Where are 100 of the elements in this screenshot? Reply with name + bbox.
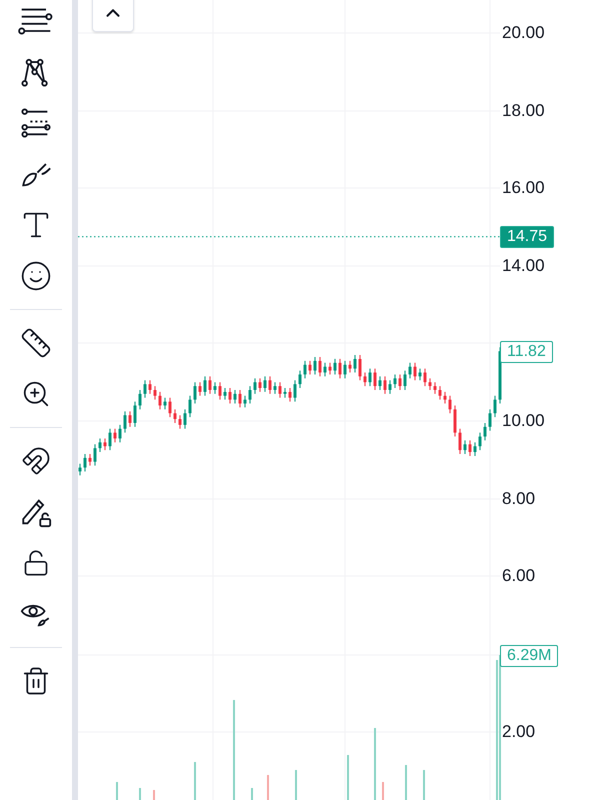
- ruler-icon: [20, 327, 52, 359]
- candlestick: [228, 388, 232, 404]
- candlestick: [464, 440, 466, 454]
- candlestick: [488, 408, 492, 432]
- price-axis-label: 14.00: [502, 256, 545, 276]
- collapse-button[interactable]: [92, 0, 134, 32]
- candlestick: [364, 372, 366, 387]
- candlestick: [328, 362, 332, 375]
- candlestick: [258, 378, 262, 392]
- price-axis-label: 6.00: [502, 566, 536, 586]
- candlestick: [124, 410, 126, 434]
- candlestick: [98, 438, 102, 453]
- candlestick: [148, 380, 152, 394]
- candlestick: [408, 362, 412, 379]
- price-axis-label: 8.00: [502, 488, 536, 509]
- candlestick: [274, 382, 276, 394]
- candlestick: [428, 378, 432, 390]
- candlestick: [314, 356, 316, 375]
- price-axis-label: 20.00: [502, 22, 545, 43]
- candlestick: [484, 422, 486, 441]
- candlestick: [298, 370, 302, 389]
- candlestick: [398, 374, 402, 390]
- candlestick: [394, 374, 396, 389]
- candlestick: [284, 388, 286, 398]
- unlock-icon: [22, 549, 50, 577]
- candlestick: [378, 376, 382, 390]
- candlestick: [114, 428, 116, 443]
- candlestick: [448, 395, 452, 414]
- candlestick: [144, 380, 146, 398]
- candlestick: [388, 380, 392, 394]
- candlestick: [278, 382, 282, 398]
- candlestick: [358, 354, 362, 381]
- zoom-in-icon: [21, 379, 51, 409]
- candlestick: [374, 368, 376, 390]
- candlestick: [474, 442, 476, 456]
- candlestick: [344, 360, 346, 379]
- candlestick: [118, 424, 122, 443]
- candlestick: [268, 376, 272, 394]
- candlestick: [238, 389, 242, 408]
- smiley-icon: [20, 260, 52, 292]
- candlestick: [214, 382, 216, 394]
- price-axis-label: 10.00: [502, 411, 545, 432]
- candlestick: [204, 376, 206, 396]
- candlestick: [438, 386, 442, 400]
- candlestick: [334, 358, 336, 375]
- candlestick: [138, 389, 142, 410]
- candlestick: [248, 386, 252, 404]
- candlestick: [318, 356, 322, 377]
- candlestick: [434, 382, 436, 394]
- candlestick: [108, 428, 112, 451]
- price-axis-label: 18.00: [502, 100, 545, 121]
- candlestick: [414, 362, 416, 381]
- candlestick: [234, 389, 236, 404]
- candlestick: [418, 368, 422, 381]
- candlestick: [174, 408, 176, 424]
- candlestick: [94, 444, 96, 466]
- candlestick: [198, 382, 202, 396]
- candlestick: [154, 386, 156, 400]
- candlestick: [294, 380, 296, 402]
- candlestick: [244, 395, 246, 408]
- fibonacci-icon: [19, 106, 53, 140]
- price-axis-label: 16.00: [502, 178, 545, 198]
- candlestick: [218, 382, 222, 400]
- candlestick: [304, 360, 306, 379]
- candlestick: [458, 428, 462, 454]
- candlestick: [78, 463, 82, 476]
- candlestick: [468, 440, 472, 456]
- candlestick: [338, 358, 342, 379]
- candlestick: [478, 432, 482, 451]
- candlestick: [164, 397, 166, 410]
- candlestick: [194, 382, 196, 404]
- candlestick: [494, 395, 496, 418]
- candlestick: [134, 401, 136, 428]
- candlestick: [178, 414, 182, 430]
- candlestick: [288, 388, 292, 402]
- candlestick: [264, 376, 266, 392]
- candlestick: [184, 408, 186, 430]
- candlestick: [384, 376, 386, 394]
- candlestick: [224, 388, 226, 400]
- candlestick: [84, 454, 86, 472]
- candlestick: [168, 397, 172, 418]
- candlestick: [254, 378, 256, 394]
- candlestick: [324, 362, 326, 377]
- last-price-tag: 14.75: [500, 226, 554, 248]
- candlestick: [404, 370, 406, 390]
- volume-tag: 6.29M: [500, 645, 558, 667]
- candlestick: [88, 454, 92, 466]
- candlestick: [158, 391, 162, 410]
- candlestick: [368, 368, 372, 387]
- candlestick: [308, 360, 312, 375]
- volume-axis-label: 2.00: [502, 722, 536, 742]
- candlestick: [354, 354, 356, 374]
- candlestick: [128, 410, 132, 428]
- current-price-tag: 11.82: [500, 341, 553, 363]
- trash-icon: [21, 666, 51, 696]
- candlestick: [454, 404, 456, 438]
- magnet-icon: [21, 446, 51, 476]
- candlestick: [208, 376, 212, 394]
- candlestick: [424, 368, 426, 387]
- candlestick: [188, 395, 192, 418]
